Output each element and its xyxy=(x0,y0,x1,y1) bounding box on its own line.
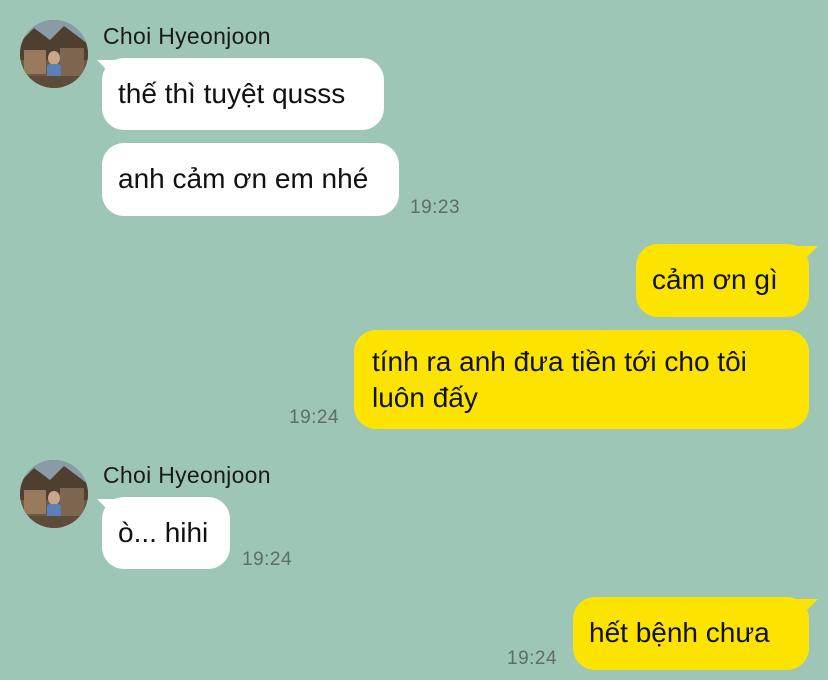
message-timestamp: 19:23 xyxy=(410,197,461,218)
sender-name: Choi Hyeonjoon xyxy=(103,462,271,488)
message-timestamp: 19:24 xyxy=(242,549,293,570)
profile-photo-icon xyxy=(20,460,88,528)
message-bubble-incoming[interactable]: ò... hihi xyxy=(102,497,230,569)
message-bubble-incoming[interactable]: thế thì tuyệt qusss xyxy=(102,58,384,130)
message-bubble-outgoing[interactable]: tính ra anh đưa tiền tới cho tôi luôn đấ… xyxy=(354,330,809,429)
avatar[interactable] xyxy=(20,460,88,528)
message-timestamp: 19:24 xyxy=(507,648,558,669)
sender-name: Choi Hyeonjoon xyxy=(103,23,271,49)
message-bubble-outgoing[interactable]: hết bệnh chưa xyxy=(573,597,809,670)
message-bubble-outgoing[interactable]: cảm ơn gì xyxy=(636,244,809,317)
profile-photo-icon xyxy=(20,20,88,88)
message-timestamp: 19:24 xyxy=(289,407,340,428)
message-bubble-incoming[interactable]: anh cảm ơn em nhé xyxy=(102,143,399,216)
avatar[interactable] xyxy=(20,20,88,88)
